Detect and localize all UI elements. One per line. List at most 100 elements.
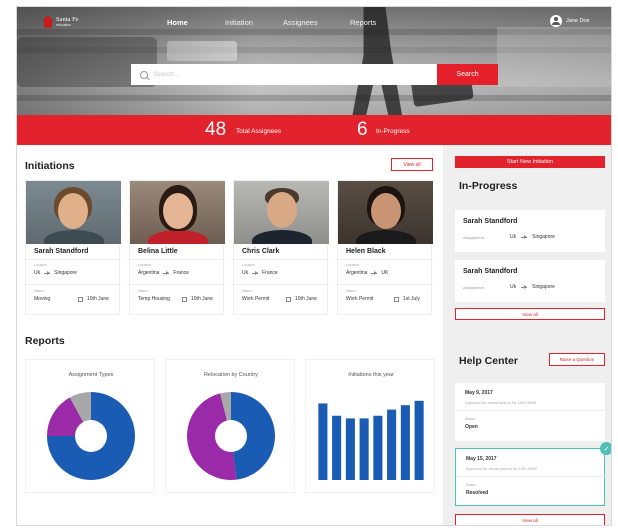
assignee-name: Helen Black [346, 248, 386, 255]
date-text: 1st July [403, 296, 420, 302]
route-from: Uk [34, 270, 41, 276]
initiations-this-year-chart [318, 400, 424, 480]
route-from: Argentina [138, 270, 160, 276]
search-input[interactable] [153, 71, 433, 78]
assignee-photo [338, 181, 433, 244]
logo-text: Santa Fe [56, 15, 79, 23]
brand-logo[interactable]: Santa Fe relocation [43, 15, 79, 28]
date-value: 10th June [78, 296, 109, 302]
ticket-description: Approval for rental search for USD $500 [465, 400, 537, 405]
in-progress-card[interactable]: Sarah Standford Assignment Uk Singapore [455, 210, 605, 252]
photo-body [148, 230, 208, 244]
bar [387, 409, 397, 480]
nav-item-assignees[interactable]: Assignees [283, 18, 318, 27]
status-label: Status [466, 483, 476, 487]
chart-card-relocation-by-country: Relocation by Country [165, 359, 295, 493]
in-progress-card[interactable]: Sarah Standford Assignment Uk Singapore [455, 260, 605, 302]
card-divider [456, 476, 606, 477]
assignee-photo [130, 181, 225, 244]
logo-text-block: Santa Fe relocation [56, 15, 79, 27]
initiation-card[interactable]: Chris Clark Location Uk France Status Wor… [233, 180, 329, 315]
ticket-status: Resolved [466, 490, 489, 496]
assignee-name: Sarah Standford [463, 218, 518, 225]
card-divider [26, 259, 121, 260]
check-icon: ✓ [600, 442, 611, 455]
nav-item-home[interactable]: Home [167, 18, 188, 27]
status-label: Status [138, 289, 148, 293]
start-new-initiation-button[interactable]: Start New Initiation [455, 156, 605, 168]
assignee-name: Sarah Standford [34, 248, 89, 255]
location-label: Location [138, 263, 152, 267]
bar [318, 403, 328, 480]
date-text: 10th June [191, 296, 213, 302]
nav-item-initiation[interactable]: Initiation [225, 18, 253, 27]
date-value: 1st July [394, 296, 420, 302]
chart-card-assignment-types: Assignment Types [25, 359, 155, 493]
initiation-card[interactable]: Helen Black Location Argentina UK Status … [337, 180, 433, 315]
date-text: 10th June [87, 296, 109, 302]
assignee-name: Sarah Standford [463, 268, 518, 275]
status-label: Status [242, 289, 252, 293]
initiation-card[interactable]: Sarah Standford Location Uk Singapore Sta… [25, 180, 121, 315]
search-button[interactable]: Search [437, 64, 498, 85]
stats-bar: 48 Total Assignees 6 In-Progress [17, 115, 611, 145]
status-label: Status [465, 417, 475, 421]
route-from: Uk [242, 270, 249, 276]
help-view-all-button[interactable]: View all [455, 514, 605, 525]
location-label: Location [346, 263, 360, 267]
arrow-right-icon [252, 271, 259, 275]
photo-face [58, 193, 88, 229]
status-value: Temp Housing [138, 296, 170, 302]
route-to: Singapore [532, 234, 555, 240]
logo-subtext: relocation [56, 22, 72, 27]
bar [373, 415, 383, 480]
status-value: Moving [34, 296, 51, 302]
assignee-name: Chris Clark [242, 248, 280, 255]
arrow-right-icon [371, 271, 378, 275]
date-value: 10th June [182, 296, 213, 302]
photo-body [44, 230, 104, 244]
photo-face [371, 193, 401, 229]
help-ticket-card[interactable]: ✓ May 15, 2017 Approval for rental searc… [455, 442, 611, 506]
bar [359, 418, 369, 480]
date-value: 10th June [286, 296, 317, 302]
photo-face [267, 192, 297, 228]
calendar-icon [286, 296, 291, 302]
initiations-title: Initiations [25, 160, 75, 172]
bar [400, 405, 410, 480]
status-label: Status [34, 289, 44, 293]
arrow-right-icon [163, 271, 170, 275]
card-divider [455, 410, 605, 411]
chart-title: Relocation by Country [203, 372, 259, 378]
relocation-by-country-chart [186, 392, 276, 480]
chart-card-initiations-this-year: Initiations this year [305, 359, 435, 493]
route-from: Argentina [346, 270, 368, 276]
bar [332, 415, 342, 480]
in-progress-label: In-Progress [376, 128, 410, 135]
user-menu[interactable]: Jane Doe [550, 15, 590, 27]
user-avatar-icon [550, 15, 562, 27]
status-value: Work Permit [346, 296, 374, 302]
assignment-route: Uk Singapore [510, 234, 555, 240]
initiations-view-all-button[interactable]: View all [391, 158, 433, 171]
nav-item-reports[interactable]: Reports [350, 18, 376, 27]
arrow-right-icon [521, 285, 528, 289]
initiation-card[interactable]: Belina Little Location Argentina France S… [129, 180, 225, 315]
route-from: Uk [510, 284, 517, 290]
raise-question-button[interactable]: Raise a Question [549, 353, 605, 366]
hero-banner: Santa Fe relocation Home Initiation Assi… [17, 7, 611, 115]
route-from: Uk [510, 234, 517, 240]
chart-title: Initiations this year [348, 372, 394, 378]
assignee-photo [26, 181, 121, 244]
route-to: UK [381, 270, 389, 276]
card-divider [234, 284, 329, 285]
card-divider [26, 284, 121, 285]
main-content: Initiations View all Sarah Standford Loc… [17, 145, 443, 525]
route-to: France [173, 270, 189, 276]
ticket-status: Open [465, 424, 478, 430]
in-progress-view-all-button[interactable]: View all [455, 308, 605, 320]
search-box [131, 64, 437, 85]
help-ticket-card[interactable]: May 9, 2017 Approval for rental search f… [455, 383, 605, 441]
location-route: Argentina France [138, 270, 189, 276]
calendar-icon [394, 296, 399, 302]
